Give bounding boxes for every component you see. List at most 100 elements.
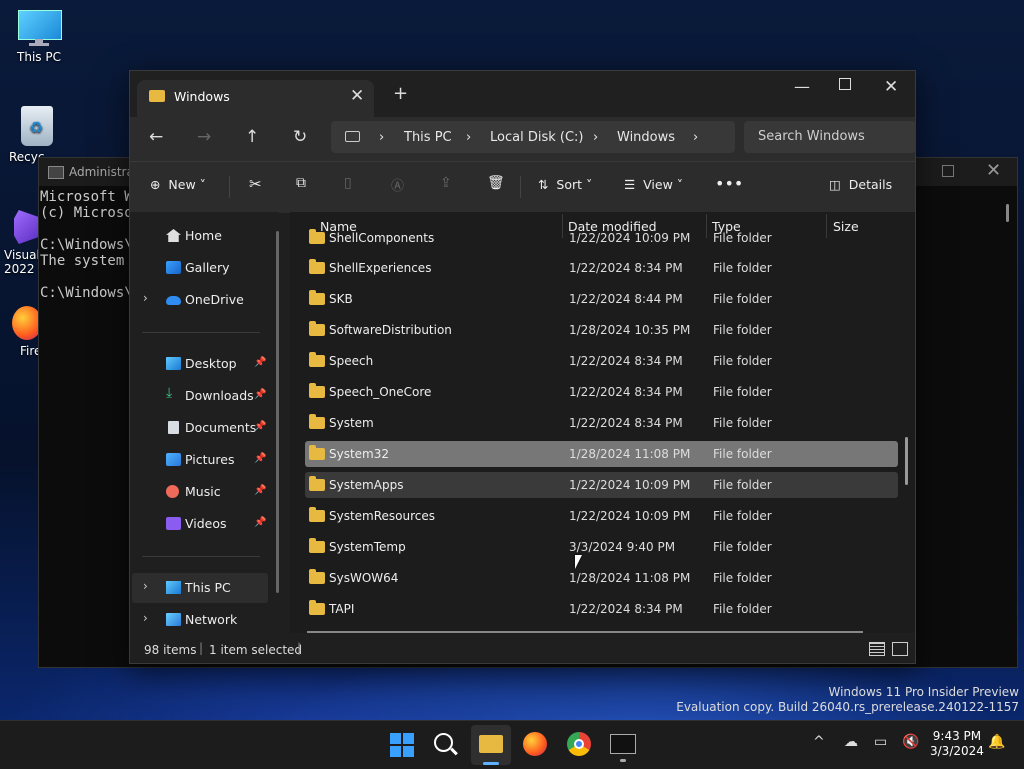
nav-item-music[interactable]: Music 📌: [132, 478, 268, 506]
pin-icon[interactable]: 📌: [254, 517, 266, 528]
nav-item-pictures[interactable]: Pictures 📌: [132, 446, 268, 474]
pin-icon[interactable]: 📌: [254, 485, 266, 496]
nav-item-desktop[interactable]: Desktop 📌: [132, 350, 268, 378]
pin-icon[interactable]: 📌: [254, 389, 266, 400]
maximize-icon[interactable]: [942, 165, 954, 177]
table-row[interactable]: SoftwareDistribution 1/28/2024 10:35 PM …: [305, 317, 898, 343]
row-name: System32: [329, 447, 390, 461]
view-button[interactable]: ☰ View ˅: [624, 177, 683, 192]
details-view-icon[interactable]: [869, 642, 885, 656]
table-row[interactable]: ShellComponents 1/22/2024 10:09 PM File …: [305, 229, 898, 250]
search-input[interactable]: [756, 128, 910, 145]
nav-item-home[interactable]: Home: [132, 222, 268, 250]
details-button[interactable]: ◫ Details: [829, 177, 892, 192]
close-icon[interactable]: ✕: [986, 160, 1001, 181]
table-row-selected[interactable]: System32 1/28/2024 11:08 PM File folder: [305, 441, 898, 467]
pin-icon[interactable]: 📌: [254, 421, 266, 432]
file-explorer-taskbar-button[interactable]: [471, 725, 511, 765]
close-icon[interactable]: ✕: [884, 77, 898, 97]
pin-icon[interactable]: 📌: [254, 453, 266, 464]
nav-item-this-pc[interactable]: › This PC: [132, 573, 268, 603]
table-row[interactable]: SystemResources 1/22/2024 10:09 PM File …: [305, 503, 898, 529]
share-icon[interactable]: ⇪: [440, 175, 452, 191]
desktop-icon: [166, 357, 181, 370]
breadcrumb-windows[interactable]: Windows: [617, 130, 675, 145]
delete-icon[interactable]: 🗑: [487, 175, 505, 191]
nav-label: Pictures: [185, 452, 235, 467]
row-type: File folder: [713, 478, 772, 492]
copy-icon[interactable]: ⧉: [296, 175, 306, 191]
volume-icon[interactable]: 🔇: [902, 734, 919, 750]
nav-item-gallery[interactable]: Gallery: [132, 254, 268, 282]
tiles-view-icon[interactable]: [892, 642, 908, 656]
network-icon: [166, 613, 181, 626]
firefox-icon[interactable]: [523, 732, 547, 756]
cut-icon[interactable]: ✂: [249, 175, 262, 193]
nav-item-videos[interactable]: Videos 📌: [132, 510, 268, 538]
breadcrumb-local-disk[interactable]: Local Disk (C:): [490, 130, 583, 145]
tab-close-icon[interactable]: ✕: [350, 86, 364, 106]
new-tab-icon[interactable]: +: [393, 83, 408, 104]
table-row[interactable]: SysWOW64 1/28/2024 11:08 PM File folder: [305, 565, 898, 591]
nav-item-onedrive[interactable]: › OneDrive: [132, 286, 268, 314]
search-box[interactable]: [744, 121, 916, 153]
address-bar[interactable]: › This PC › Local Disk (C:) › Windows ›: [331, 121, 735, 153]
pin-icon[interactable]: 📌: [254, 357, 266, 368]
notification-bell-icon[interactable]: 🔔: [988, 734, 1005, 750]
minimize-icon[interactable]: —: [794, 77, 810, 96]
chevron-right-icon[interactable]: ›: [143, 579, 148, 593]
chevron-right-icon[interactable]: ›: [466, 130, 471, 145]
tab-windows[interactable]: Windows ✕: [137, 80, 374, 117]
nav-label: Gallery: [185, 260, 230, 275]
sort-button[interactable]: ⇅ Sort ˅: [538, 177, 592, 192]
table-row-hovered[interactable]: SystemApps 1/22/2024 10:09 PM File folde…: [305, 472, 898, 498]
table-row[interactable]: ShellExperiences 1/22/2024 8:34 PM File …: [305, 255, 898, 281]
cmd-scrollbar[interactable]: [1006, 204, 1009, 222]
up-icon[interactable]: ↑: [245, 127, 259, 147]
nav-scrollbar[interactable]: [276, 231, 279, 593]
file-list-scrollbar[interactable]: [905, 437, 908, 485]
nav-item-downloads[interactable]: ⤓ Downloads 📌: [132, 382, 268, 410]
file-explorer-window[interactable]: Windows ✕ + — ✕ ← → ↑ ↻ › This PC › Loca…: [129, 70, 916, 664]
desktop-icon-recycle-bin[interactable]: ♻ Recyc: [3, 106, 81, 164]
command-bar: ⊕ New ˅ ✂ ⧉ ▯ Ⓐ ⇪ 🗑 ⇅ Sort ˅ ☰ View ˅ ••…: [130, 161, 915, 213]
clock[interactable]: 9:43 PM 3/3/2024: [930, 729, 984, 759]
new-button[interactable]: ⊕ New ˅: [150, 177, 206, 192]
chrome-icon[interactable]: [567, 732, 591, 756]
folder-icon: [309, 321, 325, 336]
more-options-icon[interactable]: •••: [715, 174, 743, 193]
chevron-up-icon[interactable]: ^: [813, 734, 825, 750]
rename-icon[interactable]: Ⓐ: [391, 175, 404, 194]
desktop-icon-firefox[interactable]: Fire: [8, 306, 42, 358]
nav-item-network[interactable]: › Network: [132, 606, 268, 634]
chevron-right-icon[interactable]: ›: [593, 130, 598, 145]
row-name: ShellExperiences: [329, 261, 432, 275]
search-icon[interactable]: [434, 733, 460, 759]
table-row[interactable]: System 1/22/2024 8:34 PM File folder: [305, 410, 898, 436]
onedrive-offline-icon[interactable]: ☁: [844, 734, 858, 750]
table-row[interactable]: Speech 1/22/2024 8:34 PM File folder: [305, 348, 898, 374]
forward-icon[interactable]: →: [197, 127, 211, 147]
refresh-icon[interactable]: ↻: [293, 127, 307, 147]
back-icon[interactable]: ←: [149, 127, 163, 147]
chevron-right-icon[interactable]: ›: [143, 611, 148, 625]
chevron-right-icon[interactable]: ›: [379, 130, 384, 145]
table-row[interactable]: SystemTemp 3/3/2024 9:40 PM File folder: [305, 534, 898, 560]
nav-label: Home: [185, 228, 222, 243]
folder-icon: [309, 414, 325, 429]
table-row[interactable]: Speech_OneCore 1/22/2024 8:34 PM File fo…: [305, 379, 898, 405]
chevron-right-icon[interactable]: ›: [143, 291, 148, 305]
table-row[interactable]: SKB 1/22/2024 8:44 PM File folder: [305, 286, 898, 312]
maximize-icon[interactable]: [839, 78, 851, 90]
row-name: SystemResources: [329, 509, 436, 523]
table-row[interactable]: TAPI 1/22/2024 8:34 PM File folder: [305, 596, 898, 622]
paste-icon[interactable]: ▯: [344, 175, 352, 191]
network-icon[interactable]: ▭: [874, 734, 887, 750]
chevron-right-icon[interactable]: ›: [693, 130, 698, 145]
row-type: File folder: [713, 385, 772, 399]
nav-item-documents[interactable]: Documents 📌: [132, 414, 268, 442]
terminal-icon[interactable]: [610, 734, 636, 762]
breadcrumb-this-pc[interactable]: This PC: [404, 130, 452, 145]
desktop-icon-this-pc[interactable]: This PC: [3, 10, 75, 64]
start-icon[interactable]: [390, 733, 414, 757]
